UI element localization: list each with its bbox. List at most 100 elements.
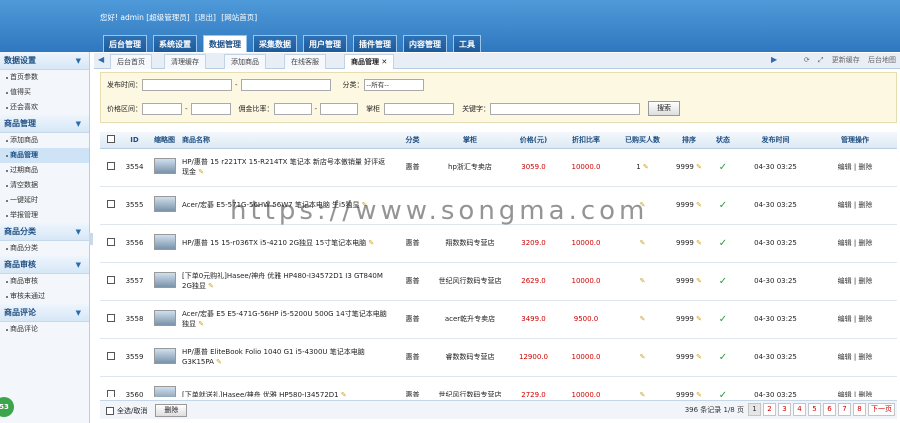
category-select[interactable]: --所有-- bbox=[363, 79, 424, 91]
sidebar-item[interactable]: 首页参数 bbox=[0, 70, 89, 85]
select-all-checkbox[interactable] bbox=[106, 406, 114, 415]
next-page-link[interactable]: 下一页 bbox=[868, 403, 895, 416]
row-checkbox-cell[interactable] bbox=[100, 376, 122, 397]
pencil-icon[interactable]: ✎ bbox=[643, 163, 649, 171]
row-status[interactable]: ✓ bbox=[708, 262, 738, 301]
checkmark-icon[interactable]: ✓ bbox=[719, 352, 727, 363]
column-header[interactable]: 发布时间 bbox=[738, 132, 813, 149]
expand-icon[interactable]: ⤢ bbox=[818, 56, 824, 64]
price-min-input[interactable] bbox=[142, 102, 182, 115]
product-thumbnail[interactable] bbox=[153, 158, 176, 174]
product-name[interactable]: [下单就送礼]Hasee/神舟 优雅 HP580-I34572D1 bbox=[182, 391, 339, 397]
delete-link[interactable]: 删除 bbox=[858, 315, 872, 323]
page-tab[interactable]: 后台首页 bbox=[110, 54, 152, 69]
row-status[interactable]: ✓ bbox=[708, 148, 738, 187]
page-tab[interactable]: 添加商品 bbox=[224, 54, 266, 69]
nav-tab-tools[interactable]: 工具 bbox=[453, 35, 481, 52]
chevron-left-icon[interactable]: ◀ bbox=[98, 55, 104, 64]
logout-link[interactable]: [退出] bbox=[195, 13, 216, 22]
chevron-down-icon[interactable]: ▼ bbox=[76, 115, 81, 133]
product-name[interactable]: Acer/宏碁 E5-571G-56HW 56W7 笔记本电脑 生i5独显 bbox=[182, 201, 359, 209]
price-max-input[interactable] bbox=[190, 102, 231, 115]
checkmark-icon[interactable]: ✓ bbox=[719, 162, 727, 173]
pencil-icon[interactable]: ✎ bbox=[198, 168, 204, 176]
nav-tab-collect[interactable]: 采集数据 bbox=[253, 35, 297, 52]
row-checkbox[interactable] bbox=[107, 390, 115, 397]
pencil-icon[interactable]: ✎ bbox=[696, 277, 702, 285]
product-thumbnail[interactable] bbox=[153, 386, 176, 397]
chevron-down-icon[interactable]: ▼ bbox=[76, 256, 81, 274]
row-status[interactable]: ✓ bbox=[708, 224, 738, 263]
pencil-icon[interactable]: ✎ bbox=[696, 201, 702, 209]
update-cache-link[interactable]: 更新缓存 bbox=[832, 56, 860, 64]
nav-tab-plugins[interactable]: 插件管理 bbox=[353, 35, 397, 52]
sidebar-section[interactable]: 商品审核 ▼ bbox=[0, 256, 89, 274]
sidebar-item[interactable]: 举报管理 bbox=[0, 208, 89, 223]
page-link[interactable]: 7 bbox=[838, 403, 851, 416]
row-status[interactable]: ✓ bbox=[708, 338, 738, 377]
edit-link[interactable]: 编辑 bbox=[838, 277, 852, 285]
column-header[interactable]: 排序 bbox=[670, 132, 708, 149]
row-checkbox[interactable] bbox=[107, 238, 115, 246]
sidebar-item[interactable]: 过期商品 bbox=[0, 163, 89, 178]
product-thumbnail[interactable] bbox=[153, 310, 176, 326]
pencil-icon[interactable]: ✎ bbox=[640, 239, 646, 247]
product-thumbnail[interactable] bbox=[153, 348, 176, 364]
edit-link[interactable]: 编辑 bbox=[838, 163, 852, 171]
product-thumbnail[interactable] bbox=[153, 234, 176, 250]
site-home-link[interactable]: [网站首页] bbox=[221, 13, 257, 22]
sidebar-section[interactable]: 商品分类 ▼ bbox=[0, 223, 89, 241]
chevron-down-icon[interactable]: ▼ bbox=[76, 52, 81, 70]
sidebar-collapse-handle[interactable] bbox=[89, 233, 93, 245]
sidebar-section[interactable]: 商品评论 ▼ bbox=[0, 304, 89, 322]
delete-link[interactable]: 删除 bbox=[858, 391, 872, 397]
delete-link[interactable]: 删除 bbox=[858, 353, 872, 361]
sidebar-item[interactable]: 清空数据 bbox=[0, 178, 89, 193]
column-header[interactable]: 折扣比率 bbox=[557, 132, 615, 149]
sidebar-item-active[interactable]: 商品管理 bbox=[0, 148, 89, 163]
row-checkbox-cell[interactable] bbox=[100, 262, 122, 301]
pencil-icon[interactable]: ✎ bbox=[640, 201, 646, 209]
page-link[interactable]: 5 bbox=[808, 403, 821, 416]
edit-link[interactable]: 编辑 bbox=[838, 239, 852, 247]
page-link[interactable]: 1 bbox=[748, 403, 761, 416]
checkmark-icon[interactable]: ✓ bbox=[719, 200, 727, 211]
search-button[interactable]: 搜索 bbox=[648, 101, 681, 116]
sidebar-item[interactable]: 商品分类 bbox=[0, 241, 89, 256]
pencil-icon[interactable]: ✎ bbox=[696, 353, 702, 361]
page-link[interactable]: 2 bbox=[763, 403, 776, 416]
page-link[interactable]: 4 bbox=[793, 403, 806, 416]
pencil-icon[interactable]: ✎ bbox=[640, 315, 646, 323]
select-all-checkbox[interactable] bbox=[107, 134, 115, 143]
row-checkbox-cell[interactable] bbox=[100, 338, 122, 377]
product-name[interactable]: HP/惠普 15 r221TX 15-R214TX 笔记本 新店号本傲销量 好评… bbox=[182, 158, 385, 176]
select-all-label[interactable]: 全选/取消 bbox=[117, 406, 147, 416]
column-header[interactable]: ID bbox=[122, 132, 147, 149]
sidebar-item[interactable]: 审核未通过 bbox=[0, 289, 89, 304]
pencil-icon[interactable]: ✎ bbox=[640, 277, 646, 285]
sidebar-item[interactable]: 添加商品 bbox=[0, 133, 89, 148]
shop-input[interactable] bbox=[384, 102, 455, 115]
sidebar-section[interactable]: 商品管理 ▼ bbox=[0, 115, 89, 133]
start-date-input[interactable] bbox=[142, 79, 232, 91]
sidebar-section[interactable]: 数据设置 ▼ bbox=[0, 52, 89, 70]
column-header[interactable]: 价格(元) bbox=[510, 132, 557, 149]
pencil-icon[interactable]: ✎ bbox=[216, 358, 222, 366]
row-checkbox-cell[interactable] bbox=[100, 186, 122, 225]
sidebar-item[interactable]: 商品评论 bbox=[0, 322, 89, 337]
column-header[interactable]: 已购买人数 bbox=[615, 132, 670, 149]
edit-link[interactable]: 编辑 bbox=[838, 201, 852, 209]
refresh-icon[interactable]: ⟳ bbox=[804, 56, 810, 64]
sidebar-item[interactable]: 还会喜欢 bbox=[0, 100, 89, 115]
product-name[interactable]: HP/惠普 15 15-r036TX i5-4210 2G独显 15寸笔记本电脑 bbox=[182, 239, 366, 247]
checkmark-icon[interactable]: ✓ bbox=[719, 390, 727, 398]
keyword-input[interactable] bbox=[490, 102, 641, 115]
row-status[interactable]: ✓ bbox=[708, 186, 738, 225]
row-status[interactable]: ✓ bbox=[708, 300, 738, 339]
product-name[interactable]: HP/惠普 EliteBook Folio 1040 G1 i5-4300U 笔… bbox=[182, 348, 365, 366]
checkmark-icon[interactable]: ✓ bbox=[719, 238, 727, 249]
product-name[interactable]: Acer/宏碁 E5 E5-471G-56HP i5-5200U 500G 14… bbox=[182, 310, 387, 328]
pencil-icon[interactable]: ✎ bbox=[198, 320, 204, 328]
chevron-down-icon[interactable]: ▼ bbox=[76, 304, 81, 322]
row-checkbox[interactable] bbox=[107, 162, 115, 170]
